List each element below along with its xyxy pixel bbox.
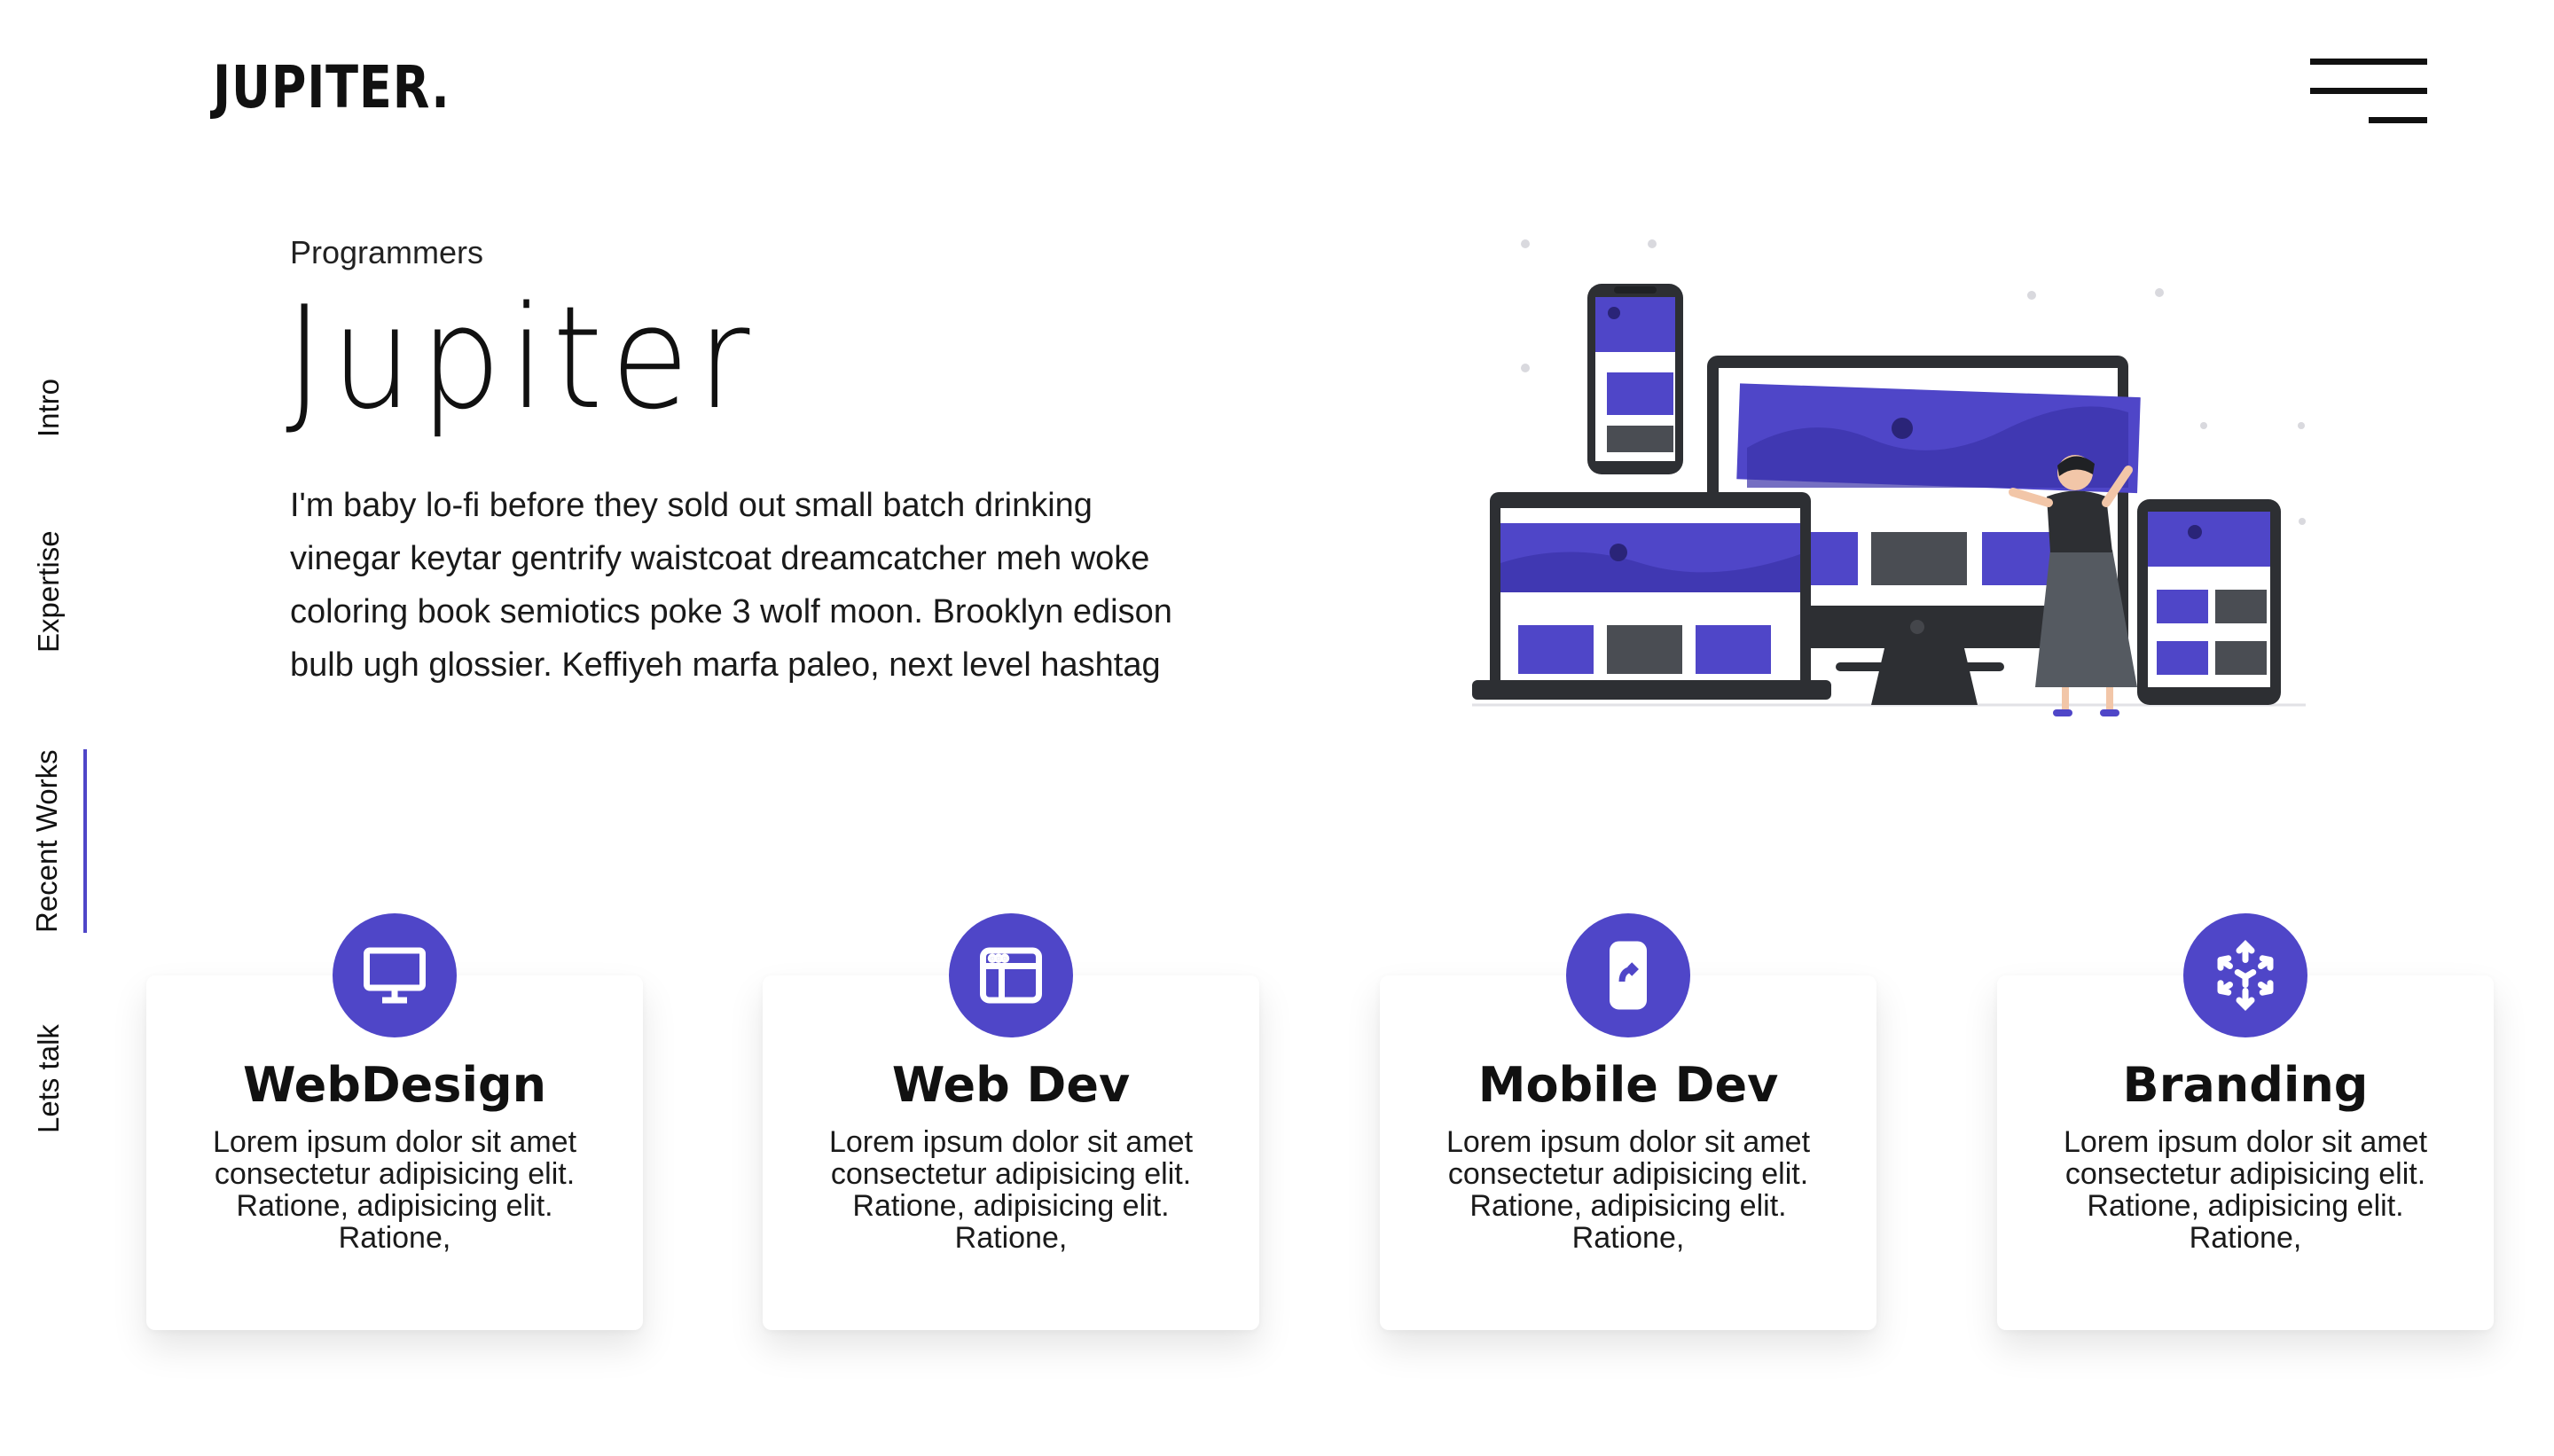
service-title: Branding: [2122, 1057, 2369, 1113]
menu-bar-bottom: [2369, 117, 2427, 123]
hero-subtitle: Programmers: [290, 234, 484, 270]
service-card-web-dev[interactable]: Web Dev Lorem ipsum dolor sit amet conse…: [763, 913, 1259, 1330]
hero-description: I'm baby lo-fi before they sold out smal…: [290, 487, 1172, 684]
menu-bar-middle: [2310, 88, 2427, 94]
service-description: Lorem ipsum dolor sit amet consectetur a…: [212, 1125, 577, 1255]
service-title: Web Dev: [891, 1057, 1131, 1113]
side-navigation: Intro Expertise Recent Works Lets talk: [0, 337, 87, 1170]
site-logo[interactable]: JUPITER.: [213, 53, 450, 121]
side-nav-lets-talk[interactable]: Lets talk: [32, 1024, 66, 1133]
side-nav-expertise[interactable]: Expertise: [32, 530, 66, 653]
service-title: WebDesign: [242, 1057, 547, 1113]
side-nav-recent-works[interactable]: Recent Works: [30, 749, 87, 933]
service-card-webdesign[interactable]: WebDesign Lorem ipsum dolor sit amet con…: [146, 913, 643, 1330]
mobile-share-icon: [1566, 913, 1690, 1037]
service-description: Lorem ipsum dolor sit amet consectetur a…: [828, 1125, 1194, 1255]
responsive-devices-illustration: [1472, 239, 2306, 716]
branding-arrows-icon: [2183, 913, 2307, 1037]
browser-window-icon: [949, 913, 1073, 1037]
service-description: Lorem ipsum dolor sit amet consectetur a…: [1445, 1125, 1811, 1255]
hamburger-menu-button[interactable]: [2310, 59, 2427, 124]
service-description: Lorem ipsum dolor sit amet consectetur a…: [2063, 1125, 2428, 1255]
service-card-branding[interactable]: Branding Lorem ipsum dolor sit amet cons…: [1997, 913, 2494, 1330]
service-card-mobile-dev[interactable]: Mobile Dev Lorem ipsum dolor sit amet co…: [1380, 913, 1876, 1330]
menu-bar-top: [2310, 59, 2427, 65]
monitor-icon: [333, 913, 457, 1037]
side-nav-intro[interactable]: Intro: [32, 379, 66, 437]
service-title: Mobile Dev: [1477, 1057, 1779, 1113]
hero-title: Jupiter: [286, 275, 758, 441]
